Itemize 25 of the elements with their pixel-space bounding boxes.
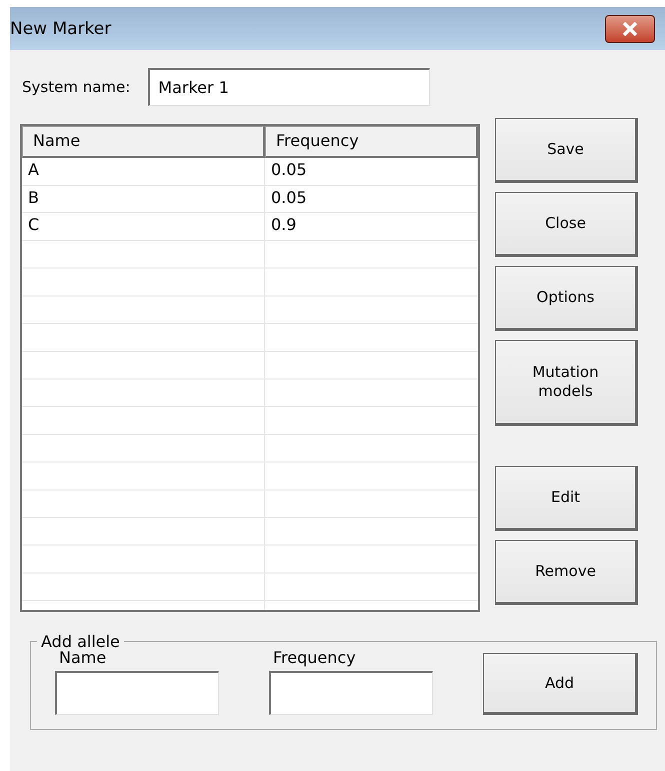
add-button[interactable]: Add — [483, 653, 638, 715]
system-name-field[interactable]: Marker 1 — [148, 68, 430, 106]
action-button[interactable]: Options — [495, 266, 638, 331]
action-button[interactable]: Mutation models — [495, 340, 638, 426]
table-cell: 0.05 — [265, 158, 478, 186]
close-button[interactable] — [605, 14, 655, 42]
field-label: Frequency — [272, 648, 357, 667]
action-button[interactable]: Edit — [495, 466, 638, 531]
group-title: Add allele — [40, 632, 121, 651]
input-field[interactable] — [269, 671, 433, 715]
action-button[interactable]: Save — [495, 118, 638, 183]
table-cell: A — [22, 158, 265, 186]
field-label: Name — [58, 648, 108, 667]
action-button[interactable]: Remove — [495, 540, 638, 605]
field-label: System name: — [22, 78, 130, 96]
table-cell: C — [22, 213, 265, 242]
table-cell: 0.9 — [265, 213, 478, 242]
table-cell: B — [22, 186, 265, 214]
column-header[interactable]: Name — [22, 126, 265, 158]
close-icon — [622, 22, 638, 36]
window-title: New Marker — [10, 18, 112, 38]
column-header[interactable]: Frequency — [265, 126, 478, 158]
action-button[interactable]: Close — [495, 192, 638, 257]
table-cell: 0.05 — [265, 186, 478, 214]
input-field[interactable] — [55, 671, 219, 715]
